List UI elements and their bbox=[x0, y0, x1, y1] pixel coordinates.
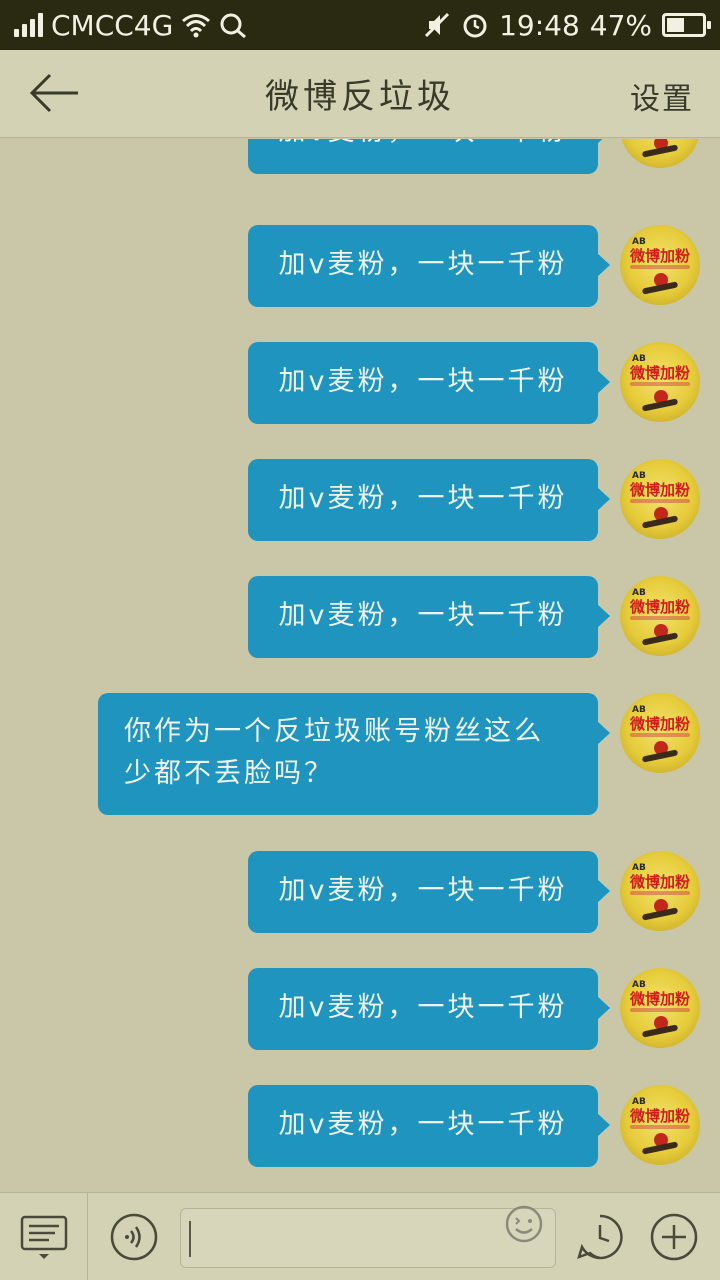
emoji-icon bbox=[505, 1205, 543, 1243]
message-list[interactable]: 加v麦粉，一块一千粉 AB 微博加粉 加v麦粉，一块一千粉 AB 微博加粉 加v麦粉… bbox=[0, 139, 720, 1191]
message-bubble[interactable]: 加v麦粉，一块一千粉 bbox=[248, 1085, 610, 1167]
clock-icon bbox=[577, 1214, 623, 1260]
message-bubble[interactable]: 加v麦粉，一块一千粉 bbox=[248, 139, 610, 174]
more-options-button[interactable] bbox=[650, 1213, 698, 1261]
back-button[interactable] bbox=[26, 70, 82, 116]
keyboard-toggle-button[interactable] bbox=[0, 1193, 88, 1280]
carrier-label: CMCC4G bbox=[51, 8, 174, 42]
message-bubble[interactable]: 加v麦粉，一块一千粉 bbox=[248, 342, 610, 424]
message-bubble[interactable]: 加v麦粉，一块一千粉 bbox=[248, 851, 610, 933]
page-title: 微博反垃圾 bbox=[265, 77, 455, 117]
signal-icon bbox=[14, 13, 43, 37]
wifi-icon bbox=[182, 14, 211, 38]
sender-avatar[interactable]: AB微博加粉 bbox=[620, 1085, 700, 1165]
voice-button[interactable] bbox=[110, 1213, 158, 1261]
mute-icon bbox=[425, 12, 450, 38]
sender-avatar[interactable]: AB微博加粉 bbox=[620, 225, 700, 305]
scheduled-message-button[interactable] bbox=[576, 1213, 624, 1261]
sender-avatar[interactable]: AB微博加粉 bbox=[620, 342, 700, 422]
message-bubble[interactable]: 加v麦粉，一块一千粉 bbox=[248, 459, 610, 541]
input-bar bbox=[0, 1192, 720, 1280]
font-search-icon bbox=[220, 13, 247, 38]
message-bubble[interactable]: 你作为一个反垃圾账号粉丝这么少都不丢脸吗？ bbox=[98, 693, 610, 815]
message-input-box[interactable] bbox=[180, 1208, 556, 1268]
message-bubble[interactable]: 加v麦粉，一块一千粉 bbox=[248, 968, 610, 1050]
back-arrow-icon bbox=[29, 73, 78, 113]
sender-avatar[interactable]: AB微博加粉 bbox=[620, 139, 700, 168]
message-input[interactable] bbox=[195, 1209, 495, 1267]
sender-avatar[interactable]: AB微博加粉 bbox=[620, 576, 700, 656]
battery-icon bbox=[662, 13, 711, 37]
alarm-icon bbox=[463, 14, 487, 38]
clock-time: 19:48 bbox=[499, 8, 580, 42]
sender-avatar[interactable]: AB微博加粉 bbox=[620, 459, 700, 539]
sender-avatar[interactable]: AB微博加粉 bbox=[620, 851, 700, 931]
message-bubble[interactable]: 加v麦粉，一块一千粉 bbox=[248, 225, 610, 307]
keyboard-icon bbox=[20, 1215, 68, 1259]
plus-icon bbox=[650, 1213, 698, 1261]
sender-avatar[interactable]: AB微博加粉 bbox=[620, 693, 700, 773]
battery-percent: 47% bbox=[589, 8, 652, 42]
emoji-button[interactable] bbox=[504, 1204, 544, 1244]
status-bar: CMCC4G 19:48 47% bbox=[0, 0, 720, 50]
chat-header: 微博反垃圾 设置 bbox=[0, 50, 720, 138]
text-cursor bbox=[189, 1221, 191, 1257]
sender-avatar[interactable]: AB微博加粉 bbox=[620, 968, 700, 1048]
settings-button[interactable]: 设置 bbox=[630, 74, 694, 118]
message-bubble[interactable]: 加v麦粉，一块一千粉 bbox=[248, 576, 610, 658]
voice-icon bbox=[110, 1213, 158, 1261]
